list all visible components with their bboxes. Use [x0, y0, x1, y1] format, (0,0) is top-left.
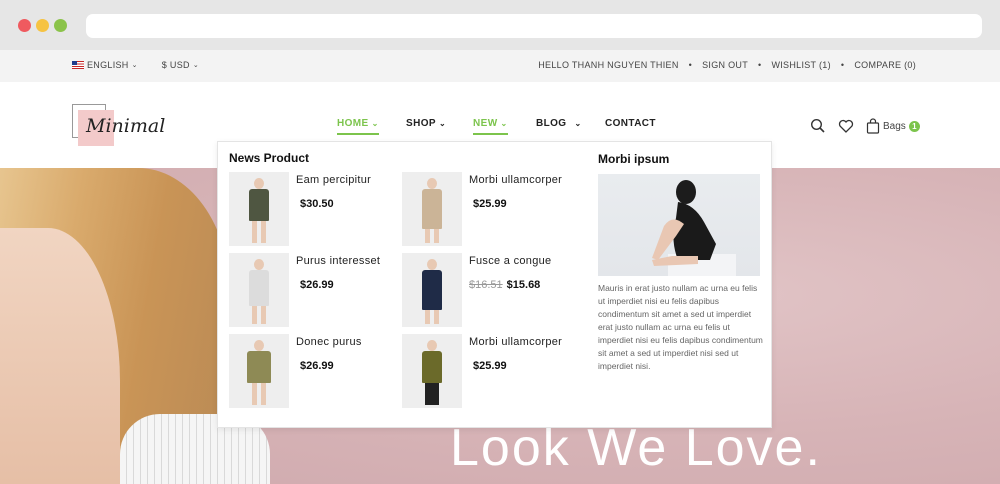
- separator: •: [840, 60, 845, 70]
- model-legs: [252, 221, 266, 243]
- maximize-window-dot[interactable]: [54, 19, 67, 32]
- model-head: [254, 340, 264, 351]
- address-bar[interactable]: [86, 14, 982, 38]
- site-logo[interactable]: Minimal: [72, 104, 166, 148]
- nav-item-contact[interactable]: CONTACT: [605, 118, 656, 129]
- model-head: [427, 340, 437, 351]
- chevron-down-icon: ⌄: [438, 119, 447, 128]
- product-current-price: $25.99: [473, 360, 507, 372]
- product-thumbnail[interactable]: [229, 253, 289, 327]
- logo-text: Minimal: [86, 115, 166, 137]
- feature-model-figure: [652, 180, 736, 276]
- product-current-price: $26.99: [300, 360, 334, 372]
- model-legs: [425, 383, 439, 405]
- product-card[interactable]: Morbi ullamcorper $25.99: [402, 172, 572, 248]
- product-thumbnail[interactable]: [229, 334, 289, 408]
- compare-link[interactable]: COMPARE (0): [854, 60, 916, 70]
- model-head: [254, 259, 264, 270]
- product-price: $16.51 $15.68: [469, 279, 540, 291]
- bag-count-badge: 1: [908, 120, 920, 132]
- product-garment: [249, 270, 269, 306]
- product-price: $26.99: [296, 279, 334, 291]
- greeting-text: HELLO THANH NGUYEN THIEN: [538, 60, 679, 70]
- nav-item-blog[interactable]: BLOG ⌄: [536, 118, 582, 129]
- product-price: $30.50: [296, 198, 334, 210]
- product-card[interactable]: Eam percipitur $30.50: [229, 172, 399, 248]
- product-garment: [422, 189, 442, 229]
- product-card[interactable]: Purus interesset $26.99: [229, 253, 399, 329]
- close-window-dot[interactable]: [18, 19, 31, 32]
- product-name[interactable]: Morbi ullamcorper: [469, 174, 562, 186]
- feature-title: Morbi ipsum: [598, 152, 670, 166]
- chevron-down-icon: ⌄: [574, 119, 582, 128]
- product-card[interactable]: Morbi ullamcorper $25.99: [402, 334, 572, 410]
- product-garment: [422, 351, 442, 383]
- product-garment: [247, 351, 271, 383]
- product-garment: [422, 270, 442, 310]
- nav-home-label: HOME: [337, 118, 369, 129]
- model-head: [427, 259, 437, 270]
- nav-new-label: NEW: [473, 118, 498, 129]
- currency-selector[interactable]: $ USD ⌄: [162, 60, 199, 70]
- bags-label: Bags: [883, 120, 906, 132]
- nav-shop-label: SHOP: [406, 118, 436, 129]
- product-price: $25.99: [469, 360, 507, 372]
- feature-image[interactable]: [598, 174, 760, 276]
- product-name[interactable]: Eam percipitur: [296, 174, 371, 186]
- product-thumbnail[interactable]: [402, 172, 462, 246]
- us-flag-icon: [72, 61, 84, 69]
- header-icons: Bags 1: [810, 118, 920, 134]
- news-product-title: News Product: [229, 151, 310, 165]
- model-legs: [252, 306, 266, 324]
- browser-chrome: [0, 0, 1000, 50]
- top-bar: ENGLISH ⌄ $ USD ⌄ HELLO THANH NGUYEN THI…: [0, 50, 1000, 82]
- mega-menu: News Product Morbi ipsum Eam percipitur …: [217, 141, 772, 428]
- model-legs: [425, 229, 439, 243]
- product-current-price: $30.50: [300, 198, 334, 210]
- product-name[interactable]: Purus interesset: [296, 255, 380, 267]
- product-price: $26.99: [296, 360, 334, 372]
- chevron-down-icon: ⌄: [131, 62, 138, 69]
- product-thumbnail[interactable]: [229, 172, 289, 246]
- nav-item-new[interactable]: NEW ⌄: [473, 118, 508, 135]
- product-current-price: $15.68: [506, 279, 541, 291]
- product-current-price: $26.99: [300, 279, 334, 291]
- sign-out-link[interactable]: SIGN OUT: [702, 60, 748, 70]
- nav-contact-label: CONTACT: [605, 118, 656, 129]
- chevron-down-icon: ⌄: [500, 119, 508, 128]
- model-legs: [252, 383, 266, 405]
- currency-label: $ USD: [161, 60, 190, 70]
- product-garment: [249, 189, 269, 221]
- minimize-window-dot[interactable]: [36, 19, 49, 32]
- heart-icon[interactable]: [838, 118, 854, 134]
- chevron-down-icon: ⌄: [371, 119, 379, 128]
- product-card[interactable]: Fusce a congue $16.51 $15.68: [402, 253, 572, 329]
- model-head: [427, 178, 437, 189]
- product-name[interactable]: Donec purus: [296, 336, 362, 348]
- product-thumbnail[interactable]: [402, 253, 462, 327]
- feature-description: Mauris in erat justo nullam ac urna eu f…: [598, 283, 763, 371]
- model-legs: [425, 310, 439, 324]
- product-thumbnail[interactable]: [402, 334, 462, 408]
- bag-icon: [866, 118, 880, 134]
- bags-button[interactable]: Bags 1: [866, 118, 920, 134]
- search-icon[interactable]: [810, 118, 826, 134]
- separator: •: [688, 60, 693, 70]
- nav-blog-label: BLOG: [536, 118, 567, 129]
- product-old-price: $16.51: [469, 279, 503, 291]
- language-label: ENGLISH: [87, 60, 129, 70]
- product-price: $25.99: [469, 198, 507, 210]
- nav-item-shop[interactable]: SHOP ⌄: [406, 118, 446, 129]
- product-name[interactable]: Fusce a congue: [469, 255, 551, 267]
- language-selector[interactable]: ENGLISH ⌄: [72, 60, 138, 70]
- chevron-down-icon: ⌄: [192, 62, 199, 69]
- model-head: [254, 178, 264, 189]
- nav-item-home[interactable]: HOME ⌄: [337, 118, 379, 135]
- separator: •: [758, 60, 762, 70]
- wishlist-link[interactable]: WISHLIST (1): [771, 60, 830, 70]
- product-name[interactable]: Morbi ullamcorper: [469, 336, 562, 348]
- product-card[interactable]: Donec purus $26.99: [229, 334, 399, 410]
- product-current-price: $25.99: [473, 198, 507, 210]
